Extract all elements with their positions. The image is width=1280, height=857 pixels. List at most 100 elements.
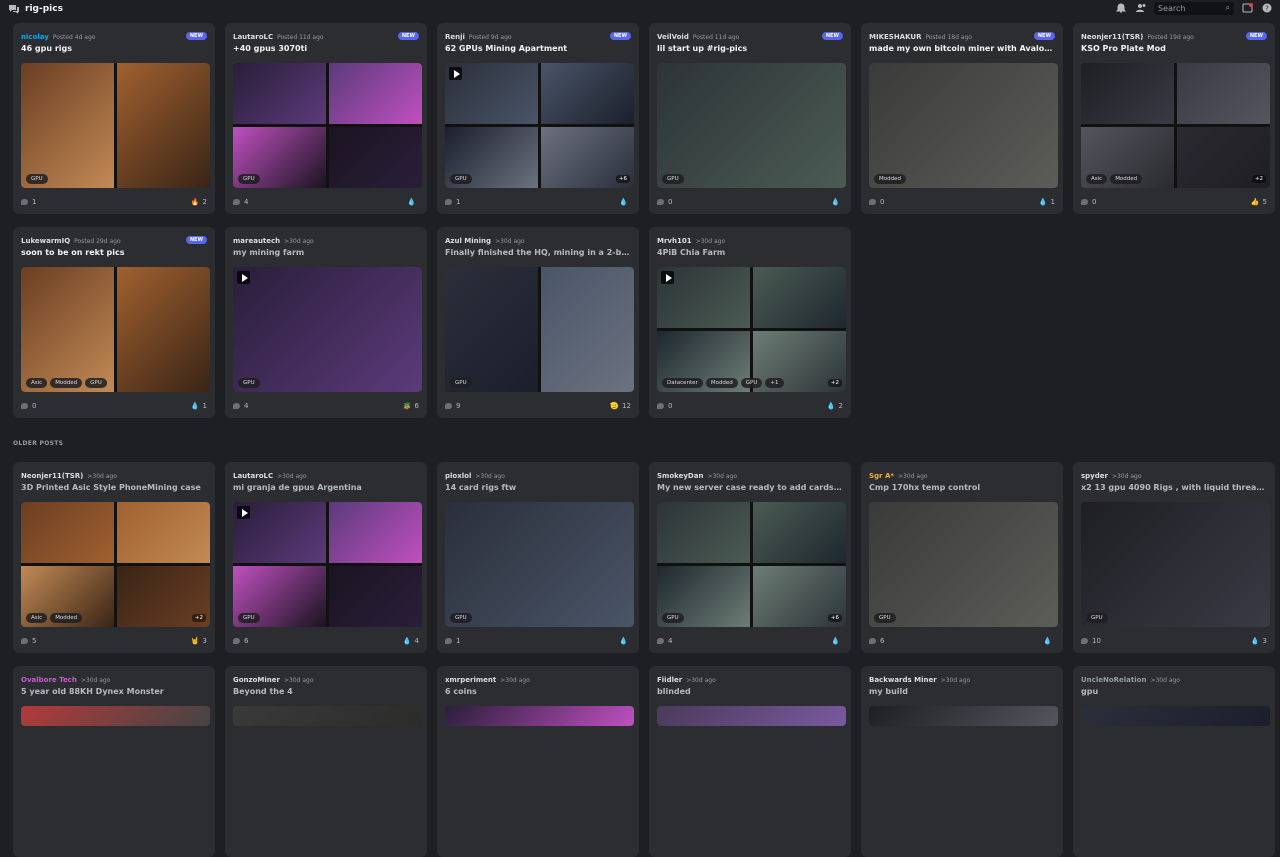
post-title[interactable]: my build [869, 687, 1055, 696]
search-input[interactable]: Search ⌕ [1154, 1, 1234, 15]
reaction[interactable]: 💧 4 [403, 637, 419, 645]
tag-badge[interactable]: Modded [1110, 174, 1143, 184]
post-media[interactable]: GPU [1081, 502, 1270, 627]
post-author[interactable]: xmrperiment [445, 676, 496, 684]
post-card[interactable]: LukewarmIQ Posted 29d ago NEW soon to be on… [13, 227, 215, 418]
post-title[interactable]: x2 13 gpu 4090 Rigs , with liquid thread… [1081, 483, 1267, 492]
post-title[interactable]: My new server case ready to add cards an… [657, 483, 843, 492]
tag-badge[interactable]: GPU [662, 613, 684, 623]
post-title[interactable]: blinded [657, 687, 843, 696]
post-author[interactable]: Ovalbore Tech [21, 676, 77, 684]
post-title[interactable]: +40 gpus 3070ti [233, 44, 419, 53]
post-title[interactable]: lil start up #rig-pics [657, 44, 843, 53]
post-title[interactable]: soon to be on rekt pics [21, 248, 207, 257]
post-card[interactable]: spyder >30d ago x2 13 gpu 4090 Rigs , with… [1073, 462, 1275, 653]
tag-badge[interactable]: GPU [450, 613, 472, 623]
post-title[interactable]: 62 GPUs Mining Apartment [445, 44, 631, 53]
post-author[interactable]: Mrvh101 [657, 237, 692, 245]
post-card[interactable]: xmrperiment >30d ago 6 coins [437, 666, 639, 857]
tag-badge[interactable]: +1 [765, 378, 784, 388]
post-media[interactable]: Asic Modded +2 [1081, 63, 1270, 188]
play-icon[interactable] [661, 271, 674, 284]
post-author[interactable]: Neonjer11(TSR) [21, 472, 83, 480]
post-media[interactable]: GPU [869, 502, 1058, 627]
post-card[interactable]: LautaroLC Posted 11d ago NEW +40 gpus 3070t… [225, 23, 427, 214]
post-media[interactable]: GPU [233, 502, 422, 627]
tag-badge[interactable]: GPU [450, 378, 472, 388]
tag-badge[interactable]: Modded [50, 378, 83, 388]
post-media[interactable]: GPU [445, 502, 634, 627]
post-card[interactable]: Neonjer11(TSR) >30d ago 3D Printed Asic St… [13, 462, 215, 653]
reaction[interactable]: 💧 [1043, 637, 1055, 645]
tag-badge[interactable]: GPU [1086, 613, 1108, 623]
post-author[interactable]: LukewarmIQ [21, 237, 70, 245]
post-author[interactable]: Fiidler [657, 676, 682, 684]
reaction[interactable]: 💧 [619, 637, 631, 645]
post-title[interactable]: 4PiB Chia Farm [657, 248, 843, 257]
play-icon[interactable] [237, 506, 250, 519]
reaction[interactable]: 🤘 3 [191, 637, 207, 645]
post-media[interactable] [869, 706, 1058, 726]
post-media[interactable]: GPU [233, 267, 422, 392]
post-author[interactable]: LautaroLC [233, 472, 273, 480]
post-card[interactable]: VeilVoid Posted 11d ago NEW lil start up #r… [649, 23, 851, 214]
members-icon[interactable] [1134, 1, 1148, 15]
tag-badge[interactable]: GPU [874, 613, 896, 623]
post-media[interactable]: Asic Modded +2 [21, 502, 210, 627]
reaction[interactable]: 💧 [407, 198, 419, 206]
tag-badge[interactable]: GPU [26, 174, 48, 184]
tag-badge[interactable]: GPU [85, 378, 107, 388]
reaction[interactable]: 💧 1 [191, 402, 207, 410]
post-media[interactable]: GPU [445, 267, 634, 392]
tag-badge[interactable]: GPU [238, 174, 260, 184]
post-author[interactable]: Neonjer11(TSR) [1081, 33, 1143, 41]
post-card[interactable]: Ovalbore Tech >30d ago 5 year old 88KH Dyn… [13, 666, 215, 857]
post-author[interactable]: ploxlol [445, 472, 471, 480]
post-media[interactable] [657, 706, 846, 726]
post-title[interactable]: 14 card rigs ftw [445, 483, 631, 492]
post-author[interactable]: SmokeyDan [657, 472, 703, 480]
post-card[interactable]: ploxlol >30d ago 14 card rigs ftw GPU 1 💧 [437, 462, 639, 653]
bell-icon[interactable] [1114, 1, 1128, 15]
post-card[interactable]: Fiidler >30d ago blinded [649, 666, 851, 857]
post-title[interactable]: Cmp 170hx temp control [869, 483, 1055, 492]
post-media[interactable]: GPU [21, 63, 210, 188]
post-card[interactable]: mareautech >30d ago my mining farm GPU 4 🪴 6 [225, 227, 427, 418]
post-author[interactable]: Azul Mining [445, 237, 491, 245]
reaction[interactable]: 💧 2 [827, 402, 843, 410]
post-author[interactable]: spyder [1081, 472, 1108, 480]
tag-badge[interactable]: Modded [705, 378, 738, 388]
play-icon[interactable] [449, 67, 462, 80]
post-media[interactable] [1081, 706, 1270, 726]
post-media[interactable] [233, 706, 422, 726]
post-media[interactable]: Datacenter Modded GPU +1 +2 [657, 267, 846, 392]
tag-badge[interactable]: Modded [50, 613, 83, 623]
post-media[interactable]: GPU +6 [445, 63, 634, 188]
reaction[interactable]: 💧 [831, 637, 843, 645]
post-author[interactable]: UncleNoRelation [1081, 676, 1146, 684]
post-title[interactable]: my mining farm [233, 248, 419, 257]
post-media[interactable] [21, 706, 210, 726]
reaction[interactable]: 👍 5 [1251, 198, 1267, 206]
inbox-icon[interactable] [1240, 1, 1254, 15]
tag-badge[interactable]: Datacenter [662, 378, 703, 388]
post-title[interactable]: 46 gpu rigs [21, 44, 207, 53]
tag-badge[interactable]: GPU [740, 378, 763, 388]
tag-badge[interactable]: Asic [1086, 174, 1108, 184]
post-card[interactable]: Mrvh101 >30d ago 4PiB Chia Farm Datacenter M… [649, 227, 851, 418]
post-card[interactable]: Azul Mining >30d ago Finally finished the … [437, 227, 639, 418]
tag-badge[interactable]: Modded [874, 174, 906, 184]
post-title[interactable]: Finally finished the HQ, mining in a 2-b… [445, 248, 631, 257]
post-card[interactable]: nicolay Posted 4d ago NEW 46 gpu rigs GPU 1 🔥 2 [13, 23, 215, 214]
reaction[interactable]: 🪴 6 [403, 402, 419, 410]
reaction[interactable]: 💧 [619, 198, 631, 206]
post-title[interactable]: made my own bitcoin miner with Avalon mi… [869, 44, 1055, 53]
post-media[interactable]: Asic Modded GPU [21, 267, 210, 392]
tag-badge[interactable]: GPU [662, 174, 684, 184]
tag-badge[interactable]: Asic [26, 613, 48, 623]
post-card[interactable]: GonzoMiner >30d ago Beyond the 4 [225, 666, 427, 857]
play-icon[interactable] [237, 271, 250, 284]
post-author[interactable]: VeilVoid [657, 33, 689, 41]
post-title[interactable]: KSO Pro Plate Mod [1081, 44, 1267, 53]
post-author[interactable]: Backwards Miner [869, 676, 937, 684]
